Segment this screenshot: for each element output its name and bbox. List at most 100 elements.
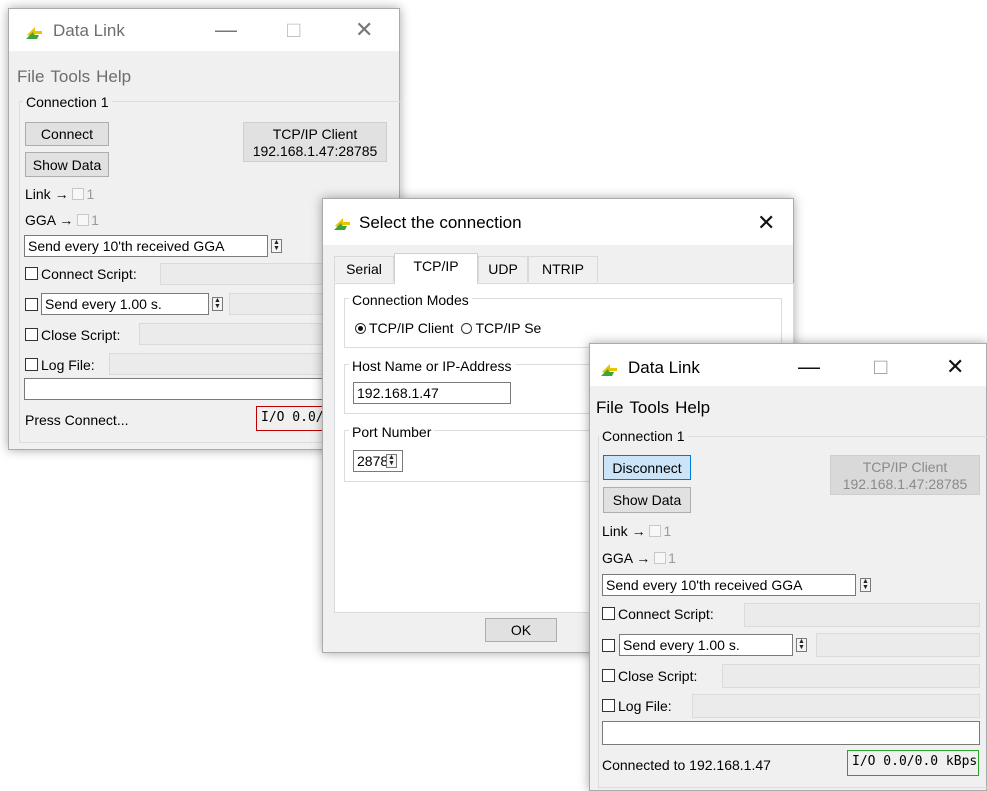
radio-tcpip-client[interactable] <box>355 323 366 334</box>
mode-client-label: TCP/IP Client <box>369 320 454 336</box>
data-link-window-front: Data Link — □ ✕ File Tools Help Connection… <box>589 343 987 791</box>
gga-mode-spinner[interactable]: ▲ ▼ <box>271 239 282 253</box>
io-rate-indicator: I/O 0.0/0.0 kBps <box>847 750 979 776</box>
connection-group-label: Connection 1 <box>599 428 688 444</box>
connection-address: 192.168.1.47:28785 <box>252 143 378 159</box>
connect-script-option[interactable]: Connect Script: <box>25 266 137 282</box>
mode-options: TCP/IP Client TCP/IP Se <box>355 320 541 336</box>
data-link-app-icon <box>601 364 617 376</box>
maximize-icon[interactable]: □ <box>287 19 300 41</box>
host-input[interactable]: 192.168.1.47 <box>353 382 511 404</box>
connection-type: TCP/IP Client <box>272 126 358 142</box>
menu-help[interactable]: Help <box>96 67 131 86</box>
show-data-button[interactable]: Show Data <box>25 152 109 177</box>
connect-script-label: Connect Script: <box>41 266 137 282</box>
gga-mode-select[interactable]: Send every 10'th received GGA <box>602 574 856 596</box>
tab-udp[interactable]: UDP <box>478 256 528 282</box>
minimize-icon[interactable]: — <box>215 19 237 41</box>
connection-group-label: Connection 1 <box>23 94 112 110</box>
connect-script-field[interactable] <box>744 603 980 627</box>
link-status-square <box>72 188 85 200</box>
connection-tabs: Serial TCP/IP UDP NTRIP <box>334 253 794 286</box>
menu-tools[interactable]: Tools <box>50 67 90 86</box>
gga-mode-select[interactable]: Send every 10'th received GGA <box>24 235 268 257</box>
connect-script-option[interactable]: Connect Script: <box>602 606 714 622</box>
menu-help[interactable]: Help <box>675 398 710 417</box>
title-bar[interactable]: Data Link — □ ✕ <box>590 344 986 386</box>
close-script-checkbox[interactable] <box>25 328 38 341</box>
status-text: Connected to 192.168.1.47 <box>602 757 771 773</box>
connect-script-checkbox[interactable] <box>25 267 38 280</box>
link-count: 1 <box>663 523 672 539</box>
disconnect-button[interactable]: Disconnect <box>603 455 691 480</box>
close-script-checkbox[interactable] <box>602 669 615 682</box>
connect-script-label: Connect Script: <box>618 606 714 622</box>
gga-status-square <box>77 214 90 226</box>
data-link-app-icon <box>334 218 350 230</box>
maximize-icon[interactable]: □ <box>874 356 887 378</box>
window-title: Data Link <box>53 21 125 40</box>
connection-type: TCP/IP Client <box>862 459 948 475</box>
interval-checkbox[interactable] <box>25 298 38 311</box>
close-script-option[interactable]: Close Script: <box>25 327 120 343</box>
close-script-label: Close Script: <box>41 327 121 343</box>
port-label: Port Number <box>349 424 435 440</box>
close-icon[interactable]: ✕ <box>946 356 964 378</box>
interval-select[interactable]: Send every 1.00 s. <box>41 293 209 315</box>
log-file-field[interactable] <box>692 694 980 718</box>
link-status-square <box>649 525 662 537</box>
output-field[interactable] <box>602 721 980 745</box>
mode-server-label: TCP/IP Se <box>475 320 542 336</box>
gga-count: 1 <box>91 212 99 228</box>
tab-tcpip[interactable]: TCP/IP <box>394 253 478 284</box>
connection-address: 192.168.1.47:28785 <box>842 476 968 492</box>
minimize-icon[interactable]: — <box>798 356 820 378</box>
tab-ntrip[interactable]: NTRIP <box>528 256 598 282</box>
menu-bar: File Tools Help <box>17 67 399 87</box>
menu-tools[interactable]: Tools <box>629 398 669 417</box>
dialog-close-icon[interactable]: ✕ <box>757 212 775 234</box>
dialog-title: Select the connection <box>359 213 522 232</box>
menu-file[interactable]: File <box>17 67 44 86</box>
gga-count: 1 <box>668 550 676 566</box>
close-script-label: Close Script: <box>618 668 698 684</box>
interval-select[interactable]: Send every 1.00 s. <box>619 634 793 656</box>
connect-script-checkbox[interactable] <box>602 607 615 620</box>
connection-info-box: TCP/IP Client 192.168.1.47:28785 <box>830 455 980 495</box>
close-icon[interactable]: ✕ <box>355 19 373 41</box>
connect-button[interactable]: Connect <box>25 122 109 146</box>
close-script-field[interactable] <box>722 664 980 688</box>
dialog-title-bar[interactable]: Select the connection ✕ <box>323 199 793 245</box>
close-script-option[interactable]: Close Script: <box>602 668 697 684</box>
log-file-checkbox[interactable] <box>602 699 615 712</box>
show-data-button[interactable]: Show Data <box>603 487 691 513</box>
log-file-checkbox[interactable] <box>25 358 38 371</box>
link-indicator: Link → 1 <box>602 523 671 539</box>
gga-label: GGA → <box>25 212 74 228</box>
interval-spinner[interactable]: ▲ ▼ <box>212 297 223 311</box>
interval-spinner[interactable]: ▲ ▼ <box>796 638 807 652</box>
interval-checkbox[interactable] <box>602 639 615 652</box>
title-bar[interactable]: Data Link — □ ✕ <box>9 9 399 51</box>
connection-modes-label: Connection Modes <box>349 292 472 308</box>
tab-serial[interactable]: Serial <box>334 256 394 282</box>
interval-field[interactable] <box>816 633 980 657</box>
ok-button[interactable]: OK <box>485 618 557 642</box>
gga-status-square <box>654 552 667 564</box>
status-text: Press Connect... <box>25 412 129 428</box>
radio-tcpip-server[interactable] <box>461 323 473 334</box>
host-label: Host Name or IP-Address <box>349 358 515 374</box>
interval-option <box>25 297 41 313</box>
gga-indicator: GGA → 1 <box>602 550 676 566</box>
log-file-option[interactable]: Log File: <box>25 357 95 373</box>
data-link-app-icon <box>26 27 42 39</box>
window-title: Data Link <box>628 358 700 377</box>
menu-bar: File Tools Help <box>596 398 986 418</box>
connection-info-box: TCP/IP Client 192.168.1.47:28785 <box>243 122 387 162</box>
link-label: Link → <box>25 186 69 202</box>
link-count: 1 <box>86 186 95 202</box>
port-spinner[interactable]: ▲ ▼ <box>386 454 397 468</box>
gga-mode-spinner[interactable]: ▲ ▼ <box>860 578 871 592</box>
log-file-option[interactable]: Log File: <box>602 698 672 714</box>
menu-file[interactable]: File <box>596 398 623 417</box>
